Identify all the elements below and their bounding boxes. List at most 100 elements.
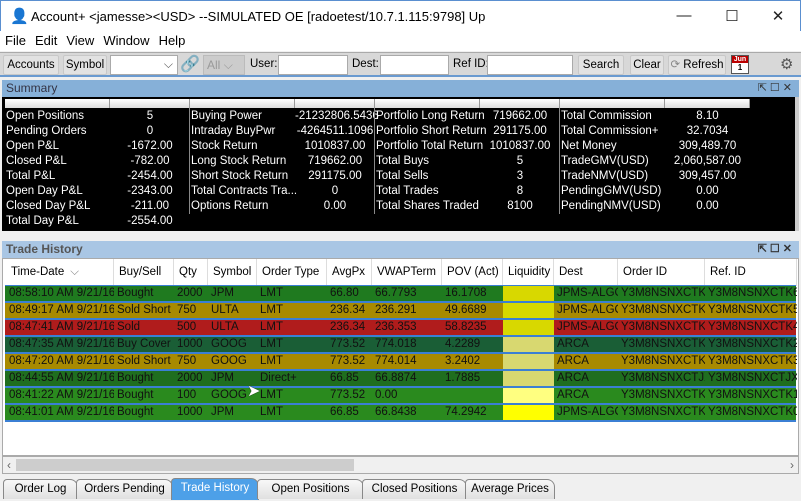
mouse-cursor-icon: ➤ [247,383,261,400]
minimize-button[interactable]: — [669,7,699,24]
cell-time-date: 08:47:41 AM 9/21/16 [9,321,114,333]
table-row[interactable]: 08:47:20 AM 9/21/16 Sold Short 750 GOOG LMT 7… [5,354,797,371]
summary-label: Open P&L [6,140,60,152]
cell-buy-sell: Buy Cover [117,338,171,350]
column-header[interactable] [295,99,375,108]
cell-ref-id: Y3M8NSNXCTK0 [708,406,797,418]
column-header-order-type[interactable]: Order Type [257,259,327,286]
cell-qty: 1000 [177,406,203,418]
menu-window[interactable]: Window [98,31,153,48]
menu-bar: File Edit View Window Help [0,31,801,51]
header-label: Ref. ID [710,266,746,278]
table-row[interactable]: 08:47:35 AM 9/21/16 Buy Cover 1000 GOOG LMT 7… [5,337,797,354]
refresh-button[interactable]: ⟳ Refresh [668,55,726,75]
menu-file[interactable]: File [0,31,30,48]
menu-view[interactable]: View [61,31,98,48]
cell-liquidity [503,371,554,386]
cell-order-type: LMT [260,389,283,401]
column-header[interactable] [560,99,665,108]
header-label: VWAPTerm [377,266,436,278]
cell-pov-act- [445,388,503,403]
scrollbar-thumb[interactable] [16,459,354,471]
column-header-pov-act-[interactable]: POV (Act) [442,259,503,286]
dest-label: Dest: [352,58,379,70]
column-header-symbol[interactable]: Symbol [208,259,257,286]
horizontal-scrollbar[interactable]: ‹ › [2,456,799,474]
cell-ref-id: Y3M8NSNXCTJX [708,372,797,384]
column-header[interactable] [480,99,560,108]
tab-trade-history[interactable]: Trade History [171,478,259,500]
search-button[interactable]: Search [578,55,624,75]
cell-order-id: Y3M8NSNXCTK3 [621,355,705,367]
column-header-avgpx[interactable]: AvgPx [327,259,372,286]
table-row[interactable]: 08:41:01 AM 9/21/16 Bought 1000 JPM LMT 66.85… [5,405,797,422]
cell-buy-sell: Sold Short [117,304,171,316]
cell-vwapterm: 774.018 [375,338,417,350]
table-row[interactable]: 08:49:17 AM 9/21/16 Sold Short 750 ULTA LMT 2… [5,303,797,320]
summary-value: 32.7034 [686,125,729,137]
cell-qty: 750 [177,355,197,367]
sort-chevron-icon[interactable]: ⌵ [70,266,79,278]
column-header[interactable] [375,99,480,108]
header-label: Order ID [623,266,668,278]
header-label: AvgPx [332,266,366,278]
column-header-buy-sell[interactable]: Buy/Sell [114,259,174,286]
refid-input[interactable] [487,55,573,75]
column-header-ref-id[interactable]: Ref. ID [705,259,797,286]
column-header[interactable] [665,99,750,108]
window-title: Account+ <jamesse><USD> --SIMULATED OE [… [31,9,486,24]
tab-orders-pending[interactable]: Orders Pending [76,479,173,499]
clear-button[interactable]: Clear [630,55,664,75]
tab-open-positions[interactable]: Open Positions [257,479,364,499]
summary-title: Summary [6,81,58,95]
cell-ref-id: Y3M8NSNXCTK2 [708,338,797,350]
cell-avgpx: 773.52 [330,338,366,350]
summary-label: Short Stock Return [191,170,289,182]
header-label: POV (Act) [447,266,499,278]
cell-order-id: Y3M8NSNXCTK1 [621,389,705,401]
accounts-button[interactable]: Accounts [3,55,59,75]
all-combo[interactable]: All ⌵ [203,55,245,75]
panel-controls[interactable]: ⇱☐✕ [758,242,795,255]
dest-input[interactable] [380,55,449,75]
menu-edit[interactable]: Edit [30,31,61,48]
menu-help[interactable]: Help [154,31,190,48]
tab-closed-positions[interactable]: Closed Positions [362,479,467,499]
cell-vwapterm: 66.8874 [375,372,417,384]
symbol-button[interactable]: Symbol [63,55,107,75]
cell-vwapterm: 236.353 [375,321,417,333]
table-row[interactable]: 08:58:10 AM 9/21/16 Bought 2000 JPM LMT 66.80… [5,286,797,303]
column-header-dest[interactable]: Dest [554,259,618,286]
column-divider [374,108,375,214]
calendar-icon[interactable]: Jun 1 [731,55,749,74]
table-row[interactable]: 08:44:55 AM 9/21/16 Bought 2000 JPM Direct+ 6… [5,371,797,388]
column-header[interactable] [5,99,110,108]
cell-ref-id: Y3M8NSNXCTK3 [708,355,797,367]
column-header[interactable] [110,99,190,108]
maximize-button[interactable]: ☐ [717,7,747,25]
scroll-left-icon[interactable]: ‹ [7,458,11,472]
tab-order-log[interactable]: Order Log [3,479,78,499]
column-header-vwapterm[interactable]: VWAPTerm [372,259,442,286]
column-header[interactable] [190,99,295,108]
tab-average-prices[interactable]: Average Prices [465,479,555,499]
column-header-liquidity[interactable]: Liquidity [503,259,554,286]
user-input[interactable] [278,55,348,75]
table-row[interactable]: 08:47:41 AM 9/21/16 Sold 500 ULTA LMT 236.34 2… [5,320,797,337]
scroll-right-icon[interactable]: › [790,458,794,472]
table-row[interactable]: 08:41:22 AM 9/21/16 Bought 100 GOOG LMT 773.5… [5,388,797,405]
symbol-combo[interactable]: ⌵ [110,55,178,75]
column-header-qty[interactable]: Qty [174,259,208,286]
user-label: User: [250,58,278,70]
summary-label: Intraday BuyPwr [191,125,276,137]
link-icon[interactable]: 🔗 [180,54,200,74]
panel-controls[interactable]: ⇱☐✕ [758,81,795,94]
trade-history-table: Time-Date ⌵ Buy/Sell Qty Symbol Order Type Avg… [2,258,799,456]
column-header-time-date[interactable]: Time-Date ⌵ [6,259,114,286]
column-header-order-id[interactable]: Order ID [618,259,705,286]
cell-qty: 2000 [177,372,203,384]
gear-icon[interactable]: ⚙ [780,55,793,73]
close-button[interactable]: ✕ [763,7,793,25]
summary-value: 291175.00 [493,125,547,137]
trade-history-header: Trade History ⇱☐✕ [2,241,799,258]
